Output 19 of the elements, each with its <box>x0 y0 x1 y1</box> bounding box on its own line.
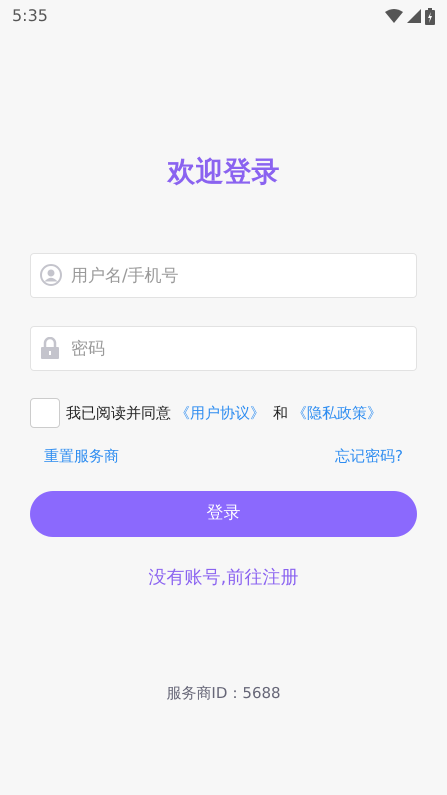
lock-icon <box>40 337 60 359</box>
forgot-password-link[interactable]: 忘记密码? <box>335 445 403 467</box>
reset-provider-link[interactable]: 重置服务商 <box>44 445 119 467</box>
agreement-link[interactable]: 《隐私政策》 <box>292 402 382 424</box>
user-icon <box>40 264 62 286</box>
battery-icon <box>425 8 435 24</box>
agreement-text: 我已阅读并同意 <box>66 402 171 424</box>
register-link[interactable]: 没有账号,前往注册 <box>148 567 298 588</box>
login-button[interactable]: 登录 <box>30 491 417 537</box>
status-time: 5:35 <box>12 5 48 27</box>
provider-id: 服务商ID：5688 <box>166 684 281 702</box>
input-field[interactable]: 用户名/手机号 <box>30 253 417 298</box>
signal-icon <box>407 9 421 23</box>
wifi-icon <box>385 9 403 23</box>
agreement-text: 和 <box>273 402 288 424</box>
page-title: 欢迎登录 <box>166 154 280 190</box>
input-field[interactable]: 密码 <box>30 326 417 371</box>
checkbox[interactable] <box>30 398 60 428</box>
agreement-link[interactable]: 《用户协议》 <box>175 402 265 424</box>
